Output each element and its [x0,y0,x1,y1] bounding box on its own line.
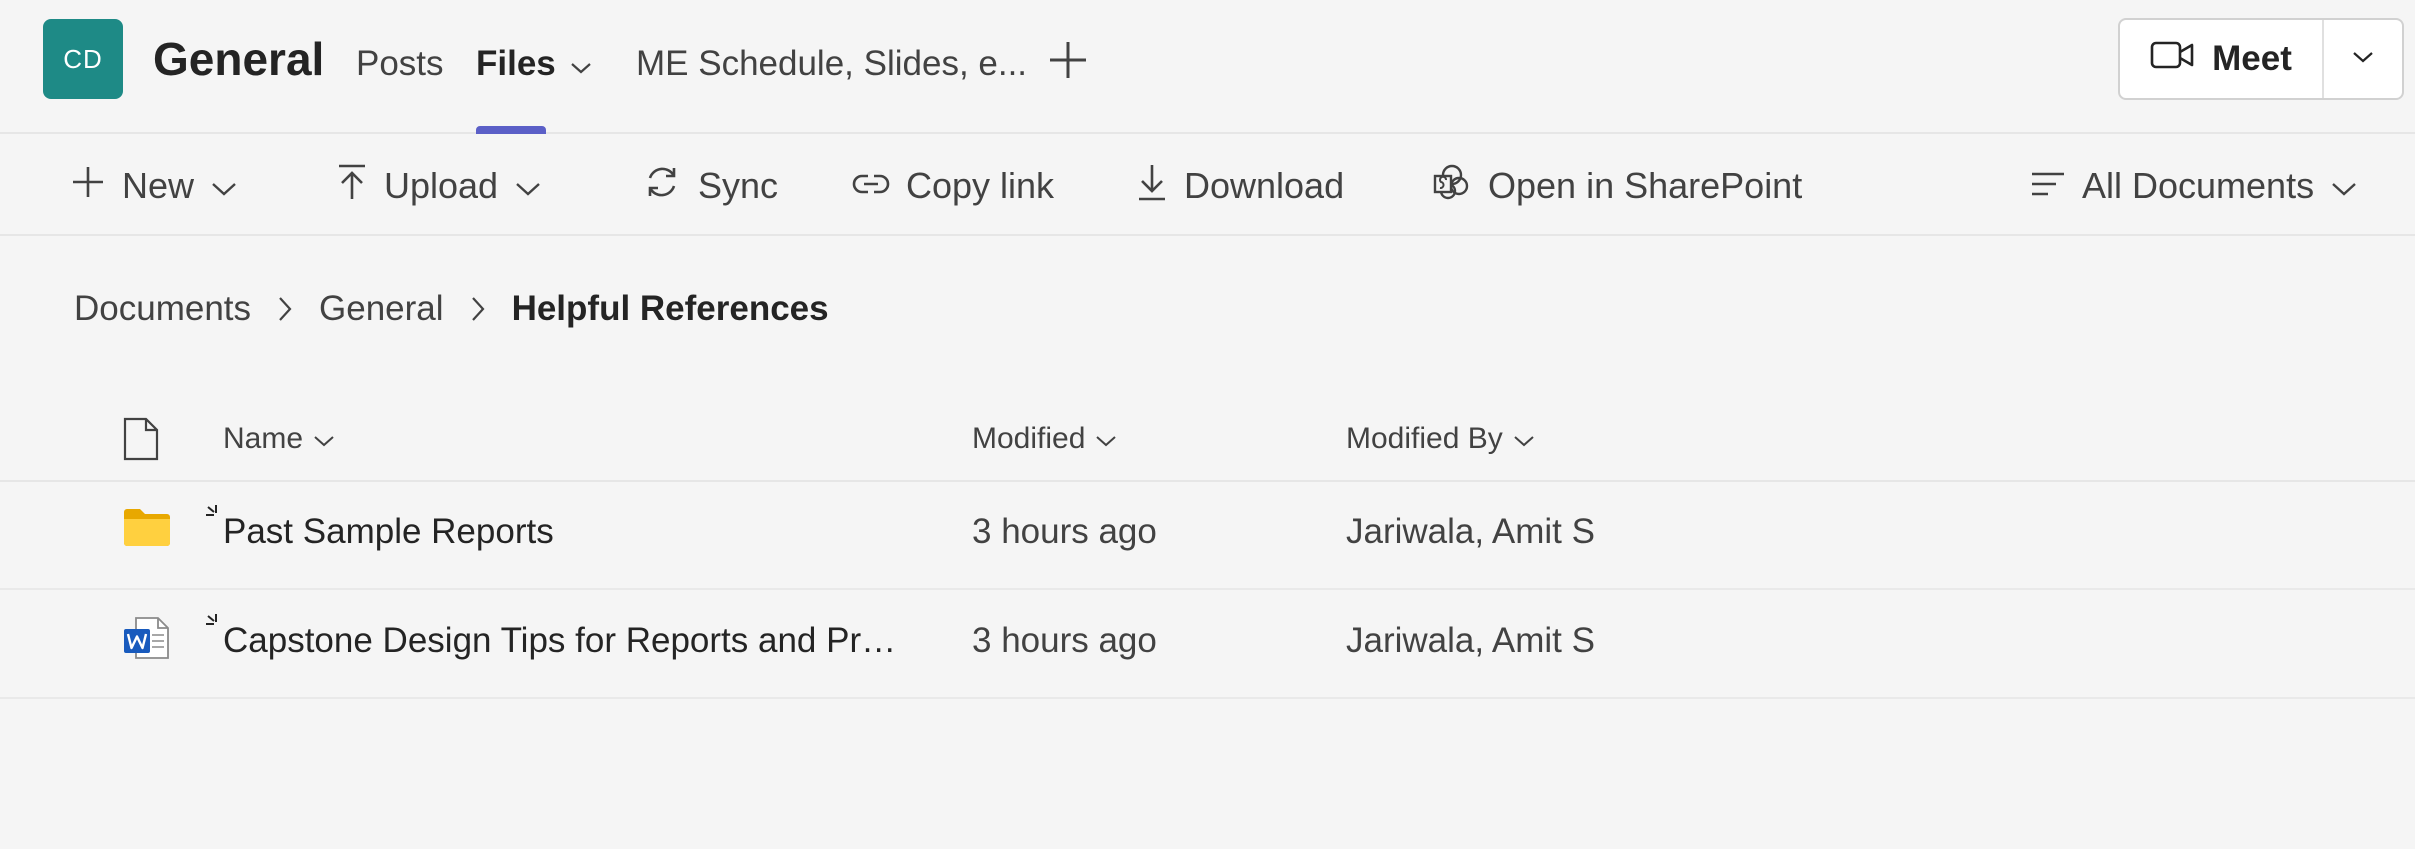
team-avatar[interactable]: CD [43,19,123,99]
meet-dropdown-button[interactable] [2324,20,2402,98]
new-item-sparkle-icon [204,496,224,536]
video-camera-icon [2150,39,2194,80]
new-item-sparkle-icon [204,605,224,645]
column-header-modified-label: Modified [972,422,1086,455]
tab-me-schedule-label: ME Schedule, Slides, e... [636,44,1028,83]
files-toolbar: New Upload Sync Copy link Download Open … [0,136,2415,236]
breadcrumb-item-general[interactable]: General [319,289,444,329]
open-in-sharepoint-button[interactable]: Open in SharePoint [1432,160,1802,212]
new-label: New [122,165,195,206]
file-modified-by[interactable]: Jariwala, Amit S [1346,621,1595,661]
plus-icon[interactable] [1044,36,1092,84]
chevron-down-icon [2352,50,2374,69]
new-button[interactable]: New [70,160,238,212]
chevron-down-icon [2330,165,2358,207]
file-name[interactable]: Past Sample Reports [223,512,554,552]
file-name[interactable]: Capstone Design Tips for Reports and Pre… [223,621,913,661]
sharepoint-icon [1432,162,1472,211]
copy-link-button[interactable]: Copy link [852,160,1054,212]
sync-label: Sync [698,165,779,206]
view-label: All Documents [2082,165,2315,206]
chevron-right-icon [470,295,486,323]
column-header-modified-by-label: Modified By [1346,422,1503,455]
tab-posts[interactable]: Posts [356,42,444,86]
sync-icon [642,162,682,211]
chevron-down-icon[interactable] [570,44,592,84]
chevron-right-icon [277,295,293,323]
meet-button[interactable]: Meet [2120,20,2322,98]
download-label: Download [1184,165,1345,206]
upload-button[interactable]: Upload [336,160,542,212]
chevron-down-icon [210,165,238,207]
folder-icon [122,506,172,557]
chevron-down-icon [1095,422,1117,456]
download-button[interactable]: Download [1136,160,1344,212]
upload-label: Upload [384,165,499,206]
column-header-modified[interactable]: Modified [972,422,1117,456]
chevron-down-icon [1513,422,1535,456]
breadcrumb-item-documents[interactable]: Documents [74,289,251,329]
sync-button[interactable]: Sync [642,160,778,212]
chevron-down-icon [514,165,542,207]
open-in-sharepoint-label: Open in SharePoint [1488,165,1803,206]
view-selector[interactable]: All Documents [2030,160,2358,212]
column-header-name-label: Name [223,422,304,455]
file-list-header: Name Modified Modified By [0,402,2415,482]
meet-label: Meet [2212,39,2292,78]
table-row[interactable]: Capstone Design Tips for Reports and Pre… [0,591,2415,699]
tab-me-schedule[interactable]: ME Schedule, Slides, e... [636,42,1027,86]
file-modified-by[interactable]: Jariwala, Amit S [1346,512,1595,552]
upload-icon [336,163,368,210]
link-icon [852,165,890,207]
file-type-column-icon[interactable] [122,416,160,462]
tab-files-label: Files [476,44,556,83]
breadcrumb: Documents General Helpful References [74,284,829,334]
tab-files[interactable]: Files [476,42,592,86]
file-modified: 3 hours ago [972,512,1157,551]
table-row[interactable]: Past Sample Reports 3 hours ago Jariwala… [0,482,2415,590]
teams-files-view: CD General Posts Files ME Schedule, Slid… [0,0,2415,849]
plus-icon [70,164,106,209]
active-tab-indicator [476,126,546,134]
copy-link-label: Copy link [906,165,1055,206]
breadcrumb-current: Helpful References [511,289,829,328]
channel-title: General [153,33,325,85]
column-header-name[interactable]: Name [223,422,335,456]
download-icon [1136,163,1168,210]
list-lines-icon [2030,165,2066,207]
file-modified: 3 hours ago [972,621,1157,660]
tab-posts-label: Posts [356,44,444,83]
channel-header: CD General Posts Files ME Schedule, Slid… [0,0,2415,134]
column-header-modified-by[interactable]: Modified By [1346,422,1535,456]
meet-button-group: Meet [2118,18,2404,100]
chevron-down-icon [313,422,335,456]
word-document-icon [122,615,170,670]
